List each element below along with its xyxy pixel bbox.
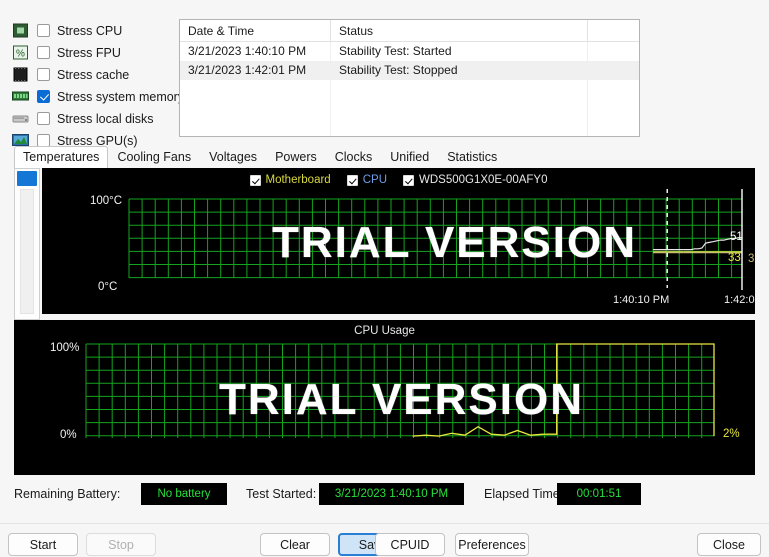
preferences-button[interactable]: Preferences (455, 533, 529, 556)
table-row[interactable]: 3/21/2023 1:40:10 PM Stability Test: Star… (180, 42, 639, 61)
chart-vertical-scrollbar[interactable] (14, 168, 40, 320)
stress-option-label: Stress cache (57, 67, 130, 82)
stress-option-row[interactable]: Stress system memory (12, 86, 185, 107)
temp-readout-cpu: 51 (730, 231, 743, 243)
clear-button[interactable]: Clear (260, 533, 330, 556)
legend-label: Motherboard (265, 174, 331, 186)
tab-powers[interactable]: Powers (266, 146, 326, 168)
stress-option-label: Stress FPU (57, 45, 121, 60)
cpuid-button[interactable]: CPUID (375, 533, 445, 556)
legend-item[interactable]: CPU (346, 174, 387, 186)
test-started-label: Test Started: (246, 487, 317, 501)
temp-y-axis-bottom-label: 0°C (98, 281, 118, 293)
cell-status: Stability Test: Started (331, 42, 588, 61)
cpu-chip-icon (12, 23, 29, 38)
stress-option-checkbox[interactable] (37, 46, 50, 59)
column-header-status[interactable]: Status (331, 20, 588, 42)
stress-option-row[interactable]: % Stress FPU (12, 42, 182, 63)
table-row[interactable]: 3/21/2023 1:42:01 PM Stability Test: Stop… (180, 61, 639, 80)
cell-status: Stability Test: Stopped (331, 61, 588, 80)
legend-label: WDS500G1X0E-00AFY0 (419, 174, 548, 186)
table-body: 3/21/2023 1:40:10 PM Stability Test: Star… (180, 42, 639, 136)
stress-options-list: Stress CPU% Stress FPU Stress cache Stress … (12, 20, 185, 152)
elapsed-time-label: Elapsed Time: (484, 487, 564, 501)
cpu-y-axis-top-label: 100% (50, 342, 80, 354)
cpu-usage-chart[interactable]: CPU Usage TRIAL VERSION 100% 0% 2% (14, 320, 755, 475)
close-button[interactable]: Close (697, 533, 761, 556)
cache-chip-icon (12, 67, 29, 82)
stress-option-label: Stress CPU (57, 23, 123, 38)
tab-cooling-fans[interactable]: Cooling Fans (108, 146, 200, 168)
tab-statistics[interactable]: Statistics (438, 146, 506, 168)
cell-datetime: 3/21/2023 1:40:10 PM (180, 42, 331, 61)
tab-temperatures[interactable]: Temperatures (14, 146, 109, 168)
chart-legend: Motherboard CPU WDS500G1X0E-00AFY0 (42, 174, 755, 186)
elapsed-time-value: 00:01:51 (557, 483, 641, 505)
column-header-extra[interactable] (588, 20, 639, 42)
burnintest-stability-window: Stress CPU% Stress FPU Stress cache Stress … (0, 0, 769, 557)
button-bar: Start Stop Clear Save CPUID Preferences Close (0, 523, 769, 557)
scrollbar-track[interactable] (20, 189, 34, 314)
legend-item[interactable]: WDS500G1X0E-00AFY0 (403, 174, 547, 186)
stress-option-row[interactable]: Stress local disks (12, 108, 182, 129)
table-empty-row (180, 80, 639, 99)
legend-checkbox[interactable] (249, 174, 261, 186)
cpu-usage-readout: 2% (723, 428, 740, 440)
temp-readout-motherboard: 33 (728, 252, 741, 264)
legend-checkbox[interactable] (346, 174, 358, 186)
chart-tabs: Temperatures Cooling Fans Voltages Powers Cl… (14, 146, 755, 168)
table-empty-row (180, 118, 639, 136)
battery-label: Remaining Battery: (14, 487, 121, 501)
table-header-row: Date & Time Status (180, 20, 639, 42)
cell-extra (588, 42, 639, 61)
scrollbar-thumb[interactable] (17, 171, 37, 186)
stress-option-row[interactable]: Stress cache (12, 64, 182, 85)
stress-option-row[interactable]: Stress CPU (12, 20, 182, 41)
test-started-value: 3/21/2023 1:40:10 PM (319, 483, 464, 505)
tab-unified[interactable]: Unified (381, 146, 438, 168)
temp-x-axis-end-label: 1:42:01 PM (724, 294, 755, 306)
battery-value: No battery (141, 483, 227, 505)
svg-text:%: % (16, 49, 25, 60)
ram-stick-icon (12, 89, 29, 104)
tab-clocks[interactable]: Clocks (326, 146, 382, 168)
tab-voltages[interactable]: Voltages (200, 146, 266, 168)
start-button[interactable]: Start (8, 533, 78, 556)
cpu-y-axis-bottom-label: 0% (60, 429, 77, 441)
stress-option-checkbox[interactable] (37, 68, 50, 81)
status-bar: Remaining Battery: No battery Test Start… (14, 483, 755, 507)
cpu-chart-title: CPU Usage (354, 325, 415, 337)
stress-option-checkbox[interactable] (37, 24, 50, 37)
stress-option-label: Stress system memory (57, 89, 185, 104)
column-header-datetime[interactable]: Date & Time (180, 20, 331, 42)
top-section: Stress CPU% Stress FPU Stress cache Stress … (0, 0, 769, 148)
temp-y-axis-top-label: 100°C (90, 195, 123, 207)
table-empty-row (180, 99, 639, 118)
fpu-percent-icon: % (12, 45, 29, 60)
cell-datetime: 3/21/2023 1:42:01 PM (180, 61, 331, 80)
stress-option-checkbox[interactable] (37, 90, 50, 103)
stress-option-checkbox[interactable] (37, 112, 50, 125)
legend-label: CPU (362, 174, 387, 186)
cell-extra (588, 61, 639, 80)
disk-drive-icon (12, 111, 29, 126)
temp-readout-drive: 32 (748, 253, 755, 265)
temp-x-axis-start-label: 1:40:10 PM (613, 294, 670, 306)
temperatures-chart[interactable]: Motherboard CPU WDS500G1X0E-00AFY0 TRIAL V… (42, 168, 755, 314)
stress-option-label: Stress local disks (57, 111, 154, 126)
charts-area: Motherboard CPU WDS500G1X0E-00AFY0 TRIAL V… (14, 168, 755, 475)
legend-item[interactable]: Motherboard (249, 174, 331, 186)
event-log-table[interactable]: Date & Time Status 3/21/2023 1:40:10 PM S… (179, 19, 640, 137)
legend-checkbox[interactable] (403, 174, 414, 186)
stop-button: Stop (86, 533, 156, 556)
